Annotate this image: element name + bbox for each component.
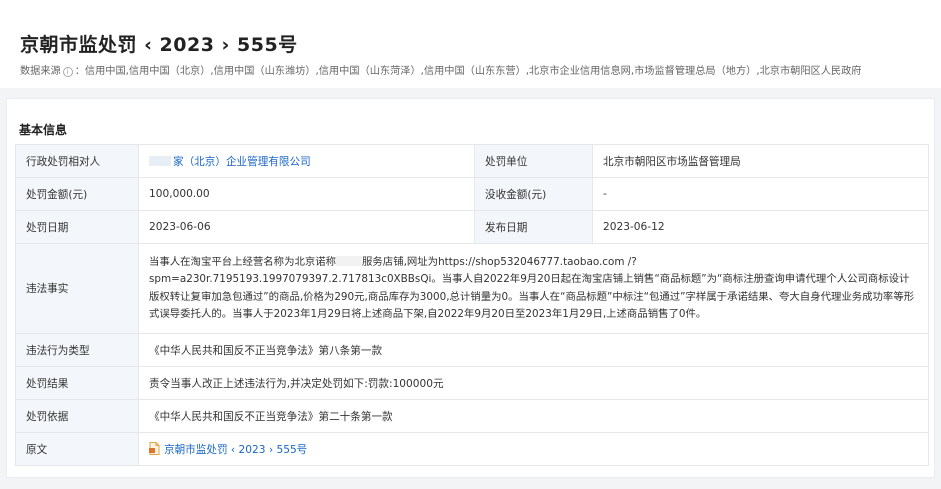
facts-value: 当事人在淘宝平台上经营名称为北京诺称 服务店铺,网址为https://shop53… xyxy=(138,243,929,334)
original-document-link[interactable]: 京朝市监处罚 ‹ 2023 › 555号 xyxy=(164,444,307,456)
confiscate-value: - xyxy=(592,177,929,211)
data-source-row: 数据来源 i ：信用中国,信用中国（北京）,信用中国（山东潍坊）,信用中国（山东菏泽… xyxy=(20,62,861,77)
header-card: 京朝市监处罚 ‹ 2023 › 555号 数据来源 i ：信用中国,信用中国（北京）… xyxy=(0,0,941,88)
amount-value: 100,000.00 xyxy=(138,177,475,211)
type-value: 《中华人民共和国反不正当竞争法》第八条第一款 xyxy=(138,333,929,367)
source-text: ：信用中国,信用中国（北京）,信用中国（山东潍坊）,信用中国（山东菏泽）,信用中… xyxy=(74,66,862,77)
table-row: 违法行为类型 《中华人民共和国反不正当竞争法》第八条第一款 xyxy=(15,333,929,367)
table-row: 违法事实 当事人在淘宝平台上经营名称为北京诺称 服务店铺,网址为https://s… xyxy=(15,243,929,334)
section-title: 基本信息 xyxy=(19,123,68,137)
table-row: 处罚依据 《中华人民共和国反不正当竞争法》第二十条第一款 xyxy=(15,399,929,433)
confiscate-label: 没收金额(元) xyxy=(474,177,593,211)
original-cell: 京朝市监处罚 ‹ 2023 › 555号 xyxy=(138,432,929,466)
unit-value: 北京市朝阳区市场监督管理局 xyxy=(592,144,929,178)
redacted-text xyxy=(336,255,363,266)
redacted-text xyxy=(149,155,171,166)
info-icon[interactable]: i xyxy=(62,67,73,77)
basis-label: 处罚依据 xyxy=(15,399,139,433)
publish-value: 2023-06-12 xyxy=(592,210,929,244)
party-cell: 家（北京）企业管理有限公司 xyxy=(138,144,475,178)
page-title: 京朝市监处罚 ‹ 2023 › 555号 xyxy=(20,34,298,56)
document-icon xyxy=(149,441,160,455)
table-row: 处罚金额(元) 100,000.00 没收金额(元) - xyxy=(15,177,929,211)
result-label: 处罚结果 xyxy=(15,366,139,400)
table-row: 原文 京朝市监处罚 ‹ 2023 › 555号 xyxy=(15,432,929,466)
table-row: 处罚结果 责令当事人改正上述违法行为,并决定处罚如下:罚款:100000元 xyxy=(15,366,929,400)
amount-label: 处罚金额(元) xyxy=(15,177,139,211)
table-row: 处罚日期 2023-06-06 发布日期 2023-06-12 xyxy=(15,210,929,244)
unit-label: 处罚单位 xyxy=(474,144,593,178)
date-label: 处罚日期 xyxy=(15,210,139,244)
type-label: 违法行为类型 xyxy=(15,333,139,367)
basis-value: 《中华人民共和国反不正当竞争法》第二十条第一款 xyxy=(138,399,929,433)
publish-label: 发布日期 xyxy=(474,210,593,244)
result-value: 责令当事人改正上述违法行为,并决定处罚如下:罚款:100000元 xyxy=(138,366,929,400)
party-label: 行政处罚相对人 xyxy=(15,144,139,178)
basic-info-table: 行政处罚相对人 家（北京）企业管理有限公司 处罚单位 北京市朝阳区市场监督管理局… xyxy=(15,144,929,466)
date-value: 2023-06-06 xyxy=(138,210,475,244)
party-link[interactable]: 家（北京）企业管理有限公司 xyxy=(173,156,311,168)
facts-label: 违法事实 xyxy=(15,243,139,334)
original-label: 原文 xyxy=(15,432,139,466)
basic-info-card: 基本信息 行政处罚相对人 家（北京）企业管理有限公司 处罚单位 北京市朝阳区市场… xyxy=(6,98,935,478)
source-label: 数据来源 xyxy=(20,66,61,77)
facts-part1: 当事人在淘宝平台上经营名称为北京诺称 xyxy=(149,255,337,268)
table-row: 行政处罚相对人 家（北京）企业管理有限公司 处罚单位 北京市朝阳区市场监督管理局 xyxy=(15,144,929,178)
